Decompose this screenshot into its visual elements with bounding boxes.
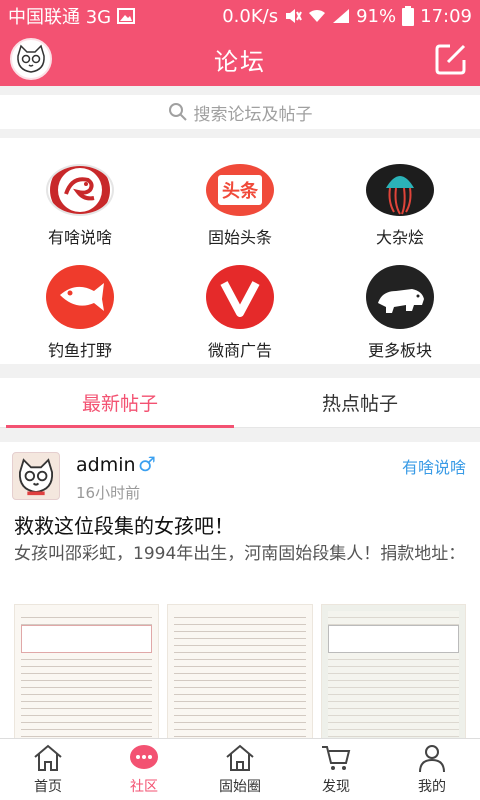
- mute-icon: [286, 9, 303, 23]
- page-title: 论坛: [214, 47, 266, 76]
- v-logo-icon: [206, 265, 274, 329]
- divider: [0, 364, 480, 378]
- jellyfish-icon: [366, 164, 434, 216]
- nav-discover[interactable]: 发现: [288, 739, 384, 800]
- polar-bear-icon: [366, 265, 434, 329]
- nav-community[interactable]: 社区: [96, 739, 192, 800]
- home-icon: [34, 744, 62, 771]
- app-header: 论坛: [0, 32, 480, 86]
- male-gender-icon: ♂: [138, 452, 156, 476]
- bottom-nav: 首页 社区 固始圈 发现 我的: [0, 738, 480, 800]
- carrier-text: 中国联通 3G: [8, 7, 112, 28]
- battery-icon: [402, 6, 415, 26]
- board-label: 有啥说啥: [47, 228, 112, 247]
- board-item-diaoyudaye[interactable]: 钓鱼打野: [0, 251, 160, 361]
- post-image[interactable]: [14, 604, 160, 738]
- nav-gushi-circle[interactable]: 固始圈: [192, 739, 288, 800]
- nav-label: 我的: [418, 779, 446, 795]
- divider: [0, 428, 480, 442]
- cat-avatar-icon: [17, 44, 45, 73]
- nav-label: 发现: [322, 779, 350, 795]
- search-icon: [168, 103, 187, 121]
- board-label: 大杂烩: [375, 228, 424, 247]
- post-image[interactable]: [320, 604, 466, 738]
- post-time: 16小时前: [76, 484, 141, 502]
- nav-home[interactable]: 首页: [0, 739, 96, 800]
- board-item-dazahui[interactable]: 大杂烩: [320, 138, 480, 248]
- board-item-gengduobankuai[interactable]: 更多板块: [320, 251, 480, 361]
- clock: 17:09: [420, 5, 472, 27]
- nav-label: 社区: [130, 779, 158, 795]
- toutiao-icon: 头条: [206, 164, 274, 216]
- cart-icon: [322, 746, 351, 770]
- author-avatar[interactable]: [12, 452, 60, 500]
- compose-icon[interactable]: [434, 42, 468, 76]
- board-label: 钓鱼打野: [47, 341, 112, 360]
- phoenix-logo-icon: [46, 164, 114, 216]
- search-area: 搜索论坛及帖子: [0, 86, 480, 138]
- post-images: [14, 604, 466, 738]
- board-grid: 有啥说啥 头条 固始头条 大杂烩 钓鱼打野 微商广告 更多板块: [0, 138, 480, 364]
- post-card[interactable]: admin ♂ 16小时前 有啥说啥 救救这位段集的女孩吧！ 女孩叫邵彩虹，19…: [0, 442, 480, 738]
- post-author[interactable]: admin: [76, 454, 136, 476]
- post-tabs: 最新帖子 热点帖子: [0, 378, 480, 428]
- nav-label: 固始圈: [219, 779, 261, 795]
- post-image[interactable]: [167, 604, 313, 738]
- network-speed: 0.0K/s: [222, 5, 279, 27]
- search-bar[interactable]: 搜索论坛及帖子: [0, 95, 480, 129]
- tab-latest-posts[interactable]: 最新帖子: [0, 378, 240, 428]
- user-avatar[interactable]: [10, 38, 52, 80]
- chat-bubble-icon: [130, 745, 158, 769]
- post-board-link[interactable]: 有啥说啥: [402, 454, 466, 478]
- status-bar: 中国联通 3G 0.0K/s 91% 17:09: [0, 0, 480, 32]
- signal-icon: [333, 9, 350, 23]
- board-label: 更多板块: [367, 341, 432, 360]
- tab-hot-posts[interactable]: 热点帖子: [240, 378, 480, 427]
- battery-percent: 91%: [356, 5, 397, 27]
- image-notification-icon: [117, 8, 136, 24]
- board-label: 微商广告: [207, 341, 272, 360]
- board-item-weishangguanggao[interactable]: 微商广告: [160, 251, 320, 361]
- post-title[interactable]: 救救这位段集的女孩吧！: [14, 510, 234, 539]
- wifi-icon: [309, 9, 326, 22]
- nav-label: 首页: [34, 779, 62, 795]
- user-icon: [419, 745, 445, 773]
- board-item-youshashuosha[interactable]: 有啥说啥: [0, 138, 160, 248]
- cat-avatar-icon: [18, 458, 54, 496]
- post-excerpt: 女孩叫邵彩虹，1994年出生，河南固始段集人！捐款地址：: [14, 544, 466, 564]
- house-icon: [226, 744, 254, 771]
- fish-icon: [46, 265, 114, 329]
- board-label: 固始头条: [207, 228, 272, 247]
- search-placeholder: 搜索论坛及帖子: [193, 104, 313, 125]
- nav-me[interactable]: 我的: [384, 739, 480, 800]
- board-item-gushitoutiao[interactable]: 头条 固始头条: [160, 138, 320, 248]
